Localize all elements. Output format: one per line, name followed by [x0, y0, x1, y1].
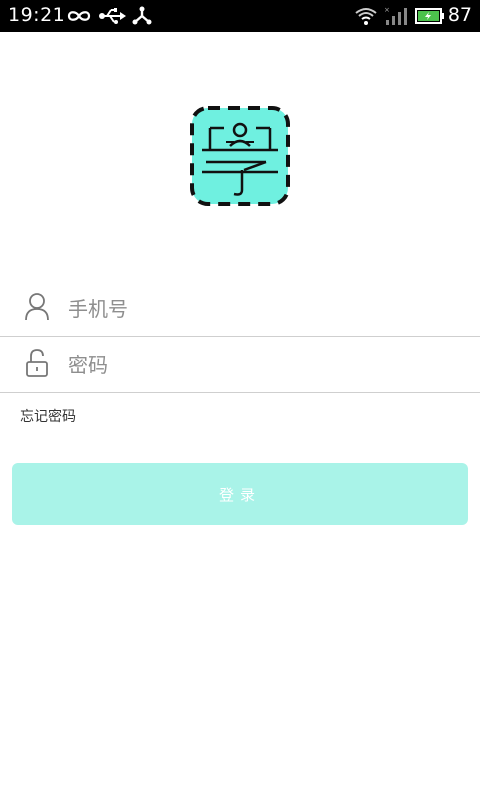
phone-field-row: [0, 280, 480, 337]
battery-icon: [415, 8, 444, 24]
status-bar: 19:21 × 87: [0, 0, 480, 32]
usb-icon: [99, 8, 126, 24]
login-button[interactable]: 登录: [12, 463, 468, 525]
forgot-password-link[interactable]: 忘记密码: [20, 406, 76, 426]
status-time: 19:21: [8, 4, 66, 26]
phone-input[interactable]: [66, 290, 460, 328]
password-input[interactable]: [66, 346, 460, 384]
password-field-row: [0, 336, 480, 393]
battery-level: 87: [447, 4, 472, 26]
study-logo-icon: [190, 106, 290, 206]
share-icon: [132, 6, 152, 25]
wifi-icon: [355, 8, 377, 25]
svg-text:×: ×: [384, 6, 390, 14]
infinity-icon: [67, 11, 91, 21]
unlock-icon: [26, 349, 48, 377]
user-icon: [25, 293, 49, 321]
signal-icon: ×: [384, 6, 407, 25]
